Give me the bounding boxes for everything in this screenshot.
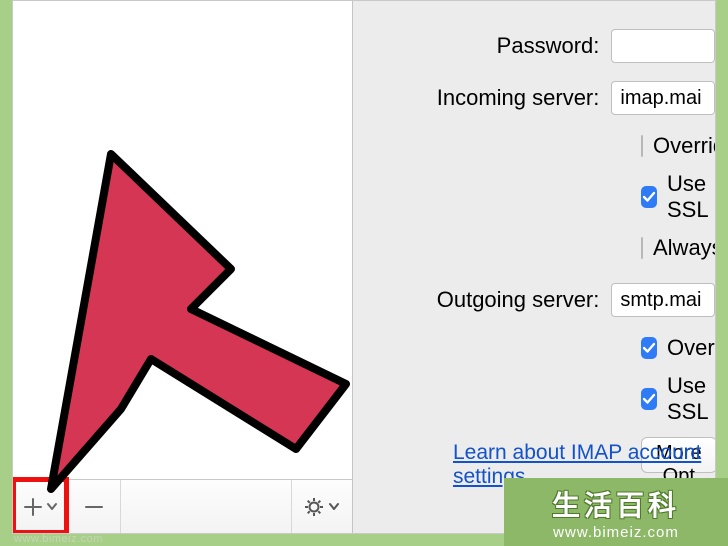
use-ssl-incoming-row[interactable]: Use SSL	[641, 171, 715, 223]
incoming-label: Incoming server:	[363, 85, 611, 111]
override-incoming-row[interactable]: Override	[641, 133, 715, 159]
plus-icon	[21, 493, 59, 521]
checkbox-checked-icon	[641, 337, 657, 359]
outgoing-row: Outgoing server:	[363, 283, 715, 317]
sidebar-toolbar	[13, 479, 353, 533]
toolbar-spacer	[121, 480, 292, 533]
checkbox-checked-icon	[641, 186, 657, 208]
use-ssl-incoming-label: Use SSL	[667, 171, 715, 223]
override-incoming-label: Override	[653, 133, 716, 159]
outgoing-label: Outgoing server:	[363, 287, 611, 313]
incoming-server-field[interactable]	[611, 81, 715, 115]
password-row: Password:	[363, 29, 715, 63]
window: Password: Incoming server: Override Use …	[12, 0, 716, 534]
watermark-badge: 生活百科 www.bimeiz.com	[504, 478, 728, 546]
use-ssl-outgoing-label: Use SSL	[667, 373, 715, 425]
gear-icon	[302, 494, 342, 520]
watermark-url: www.bimeiz.com	[553, 524, 679, 541]
incoming-row: Incoming server:	[363, 81, 715, 115]
watermark-cn: 生活百科	[552, 484, 680, 524]
password-field[interactable]	[611, 29, 715, 63]
add-account-button[interactable]	[13, 480, 67, 534]
frame: Password: Incoming server: Override Use …	[0, 0, 728, 546]
outgoing-server-field[interactable]	[611, 283, 715, 317]
checkbox-checked-icon	[641, 388, 657, 410]
minus-icon	[82, 495, 106, 519]
use-ssl-outgoing-row[interactable]: Use SSL	[641, 373, 715, 425]
password-label: Password:	[363, 33, 611, 59]
override-outgoing-label: Override	[667, 335, 716, 361]
always-row[interactable]: Always	[641, 235, 715, 261]
remove-account-button[interactable]	[67, 480, 121, 534]
settings-menu-button[interactable]	[292, 480, 352, 534]
override-outgoing-row[interactable]: Override	[641, 335, 715, 361]
accounts-sidebar	[13, 1, 353, 481]
watermark-left: www.bimeiz.com	[14, 533, 103, 545]
always-label: Always	[653, 235, 716, 261]
checkbox-unchecked-icon	[641, 237, 643, 259]
checkbox-unchecked-icon	[641, 135, 643, 157]
